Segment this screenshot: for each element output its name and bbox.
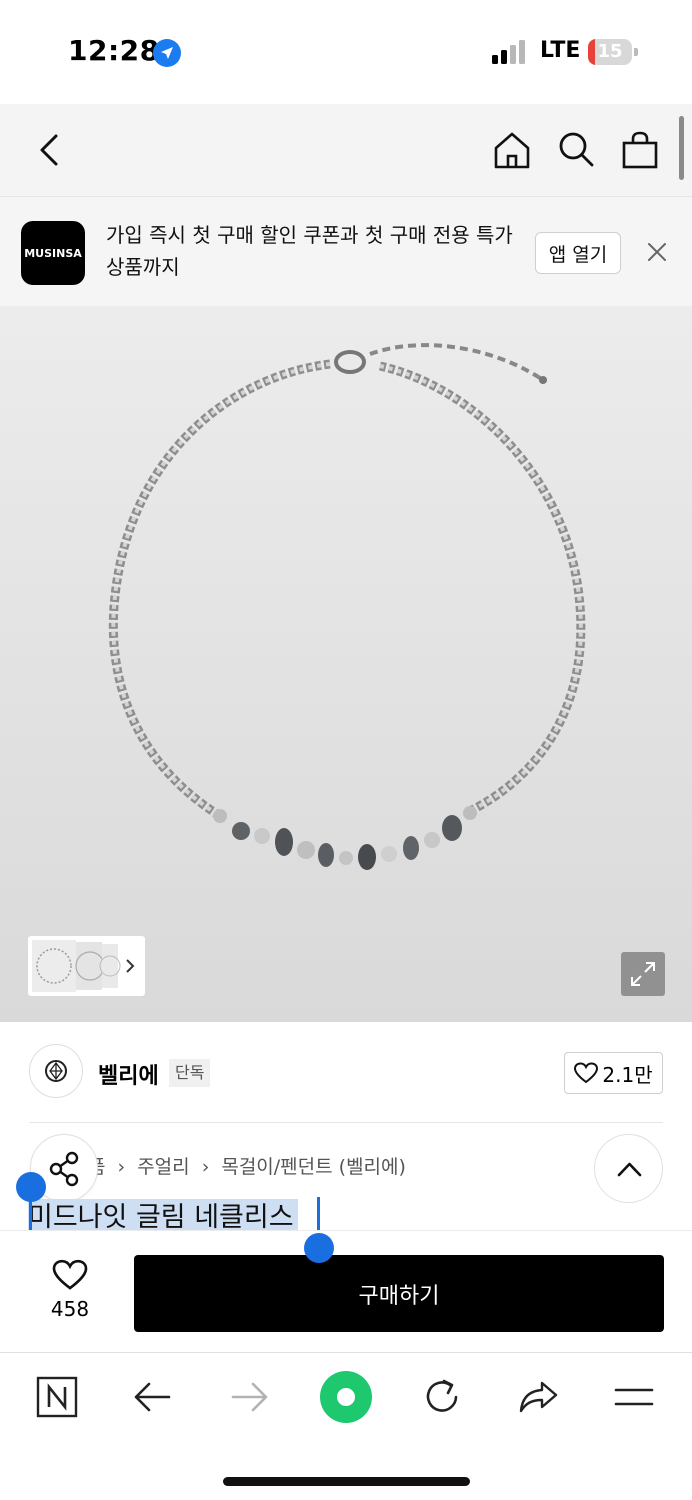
necklace-image (108, 343, 586, 870)
heart-icon (52, 1259, 88, 1290)
exclusive-badge: 단독 (169, 1059, 211, 1087)
breadcrumb-item[interactable]: 주얼리 (137, 1156, 189, 1178)
close-icon[interactable] (646, 241, 668, 263)
thumbnail-images (32, 940, 135, 992)
cart-icon[interactable] (620, 130, 660, 170)
scrollbar[interactable] (679, 116, 684, 180)
expand-icon (631, 962, 655, 986)
home-indicator (223, 1477, 470, 1486)
brand-logo-icon (45, 1060, 67, 1082)
back-arrow-icon[interactable] (131, 1375, 175, 1419)
search-icon[interactable] (556, 130, 596, 170)
forward-arrow-icon[interactable] (227, 1375, 271, 1419)
green-dot-icon[interactable] (320, 1371, 372, 1423)
battery-icon: 15 (588, 39, 638, 65)
expand-button[interactable] (621, 952, 665, 996)
share-icon[interactable] (516, 1375, 560, 1419)
buy-button[interactable]: 구매하기 (134, 1255, 664, 1332)
app-banner-message: 가입 즉시 첫 구매 할인 쿠폰과 첫 구매 전용 특가 상품까지 (106, 223, 513, 279)
product-image[interactable] (0, 306, 692, 1022)
menu-icon[interactable] (612, 1375, 656, 1419)
home-icon[interactable] (492, 130, 532, 170)
brand-name[interactable]: 벨리에 (98, 1058, 159, 1090)
status-bar: 12:28 LTE 15 (0, 0, 692, 104)
bead-cluster (213, 806, 477, 870)
thumbnail-strip[interactable] (28, 936, 145, 996)
breadcrumb-separator: › (117, 1156, 126, 1178)
heart-icon (574, 1062, 599, 1084)
site-header (0, 104, 692, 196)
app-banner: MUSINSA 가입 즉시 첫 구매 할인 쿠폰과 첫 구매 전용 특가 상품까… (0, 196, 692, 306)
open-app-button[interactable]: 앱 열기 (535, 232, 621, 274)
network-label: LTE (540, 38, 581, 63)
wishlist-button[interactable]: 458 (40, 1259, 100, 1321)
back-icon[interactable] (30, 130, 70, 170)
reload-icon[interactable] (420, 1375, 464, 1419)
breadcrumb-separator: › (201, 1156, 210, 1178)
status-time: 12:28 (68, 34, 160, 67)
naver-icon[interactable] (35, 1375, 79, 1419)
purchase-bar: 458 구매하기 (0, 1230, 692, 1352)
musinsa-logo: MUSINSA (21, 221, 85, 285)
signal-icon (492, 40, 525, 64)
brand-like-count: 2.1만 (602, 1062, 653, 1087)
selection-handle-end[interactable] (304, 1233, 334, 1263)
scroll-top-button[interactable] (594, 1134, 663, 1203)
battery-level: 15 (597, 41, 623, 62)
divider (29, 1122, 663, 1123)
location-icon (153, 39, 181, 67)
selection-handle-start[interactable] (16, 1172, 46, 1202)
chevron-up-icon (617, 1162, 642, 1177)
breadcrumb: 품 › 주얼리 › 목걸이/펜던트 (벨리에) (88, 1152, 406, 1179)
brand-logo[interactable] (29, 1044, 83, 1098)
brand-row: 벨리에 단독 2.1만 (0, 1022, 692, 1122)
wishlist-count: 458 (50, 1297, 90, 1321)
breadcrumb-item[interactable]: 목걸이/펜던트 (벨리에) (221, 1156, 406, 1178)
brand-like-button[interactable]: 2.1만 (564, 1052, 663, 1094)
